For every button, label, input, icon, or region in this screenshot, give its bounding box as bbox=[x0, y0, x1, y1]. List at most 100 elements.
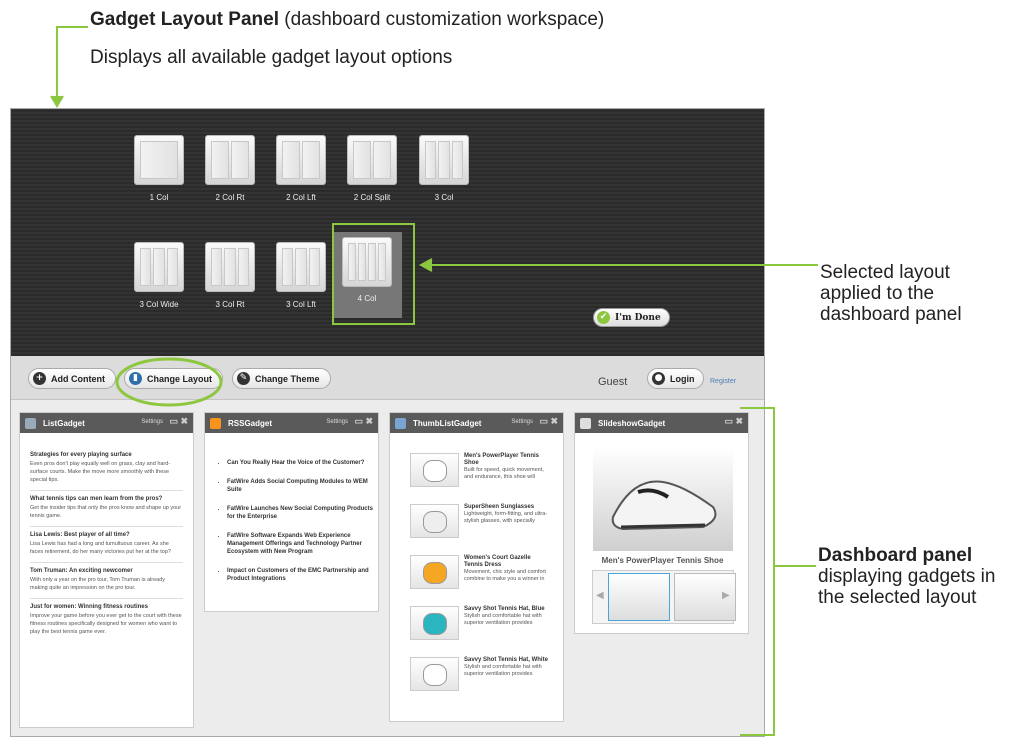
rss-gadget: RSSGadget Settings ▭ ✖ Can You Really He… bbox=[204, 412, 379, 612]
list-item[interactable]: Strategies for every playing surface Even… bbox=[30, 447, 183, 491]
list-item-title[interactable]: Just for women: Winning fitness routines bbox=[30, 604, 183, 610]
login-button[interactable]: ● Login bbox=[647, 368, 704, 389]
layout-option[interactable]: 4 Col bbox=[332, 232, 402, 318]
prev-arrow-icon[interactable]: ◀ bbox=[596, 590, 604, 601]
minimize-close-icon[interactable]: ▭ ✖ bbox=[539, 416, 558, 427]
change-layout-button[interactable]: ▮ Change Layout bbox=[124, 368, 224, 389]
rss-icon bbox=[210, 417, 221, 429]
thumblist-item-text: Built for speed, quick movement, and end… bbox=[464, 467, 544, 480]
guest-label: Guest bbox=[598, 376, 628, 388]
product-thumbnail bbox=[410, 555, 459, 589]
dashboard-callout-rest: displaying gadgets in the selected layou… bbox=[818, 566, 996, 608]
thumbs-icon bbox=[395, 417, 406, 429]
list-gadget: ListGadget Settings ▭ ✖ Strategies for e… bbox=[19, 412, 194, 728]
clipboard-icon bbox=[25, 417, 36, 429]
callout-title-rest: (dashboard customization workspace) bbox=[284, 9, 605, 30]
layout-thumbnail-icon bbox=[347, 135, 397, 185]
user-icon: ● bbox=[652, 372, 665, 385]
list-item-title[interactable]: Tom Truman: An exciting newcomer bbox=[30, 568, 183, 574]
layout-option[interactable]: 1 Col bbox=[124, 135, 194, 220]
thumblist-item[interactable]: Savvy Shot Tennis Hat, Blue Stylish and c… bbox=[410, 606, 550, 652]
minimize-close-icon[interactable]: ▭ ✖ bbox=[724, 416, 743, 427]
slideshow-main-image bbox=[593, 447, 733, 551]
check-icon: ✔ bbox=[597, 311, 610, 324]
layout-label: 1 Col bbox=[149, 193, 169, 202]
list-item-text: Get the insider tips that only the pros … bbox=[30, 505, 182, 519]
list-gadget-title: ListGadget bbox=[43, 418, 85, 428]
change-layout-label: Change Layout bbox=[147, 373, 213, 384]
thumblist-item-title[interactable]: Savvy Shot Tennis Hat, White bbox=[464, 657, 549, 664]
thumblist-item-text: Stylish and comfortable hat with superio… bbox=[464, 613, 542, 626]
thumblist-item-title[interactable]: Men's PowerPlayer Tennis Shoe bbox=[464, 453, 549, 467]
change-theme-label: Change Theme bbox=[255, 373, 320, 384]
thumblist-item-text: Lightweight, form-fitting, and ultra-sty… bbox=[464, 511, 548, 524]
list-gadget-settings[interactable]: Settings bbox=[141, 419, 163, 425]
list-item[interactable]: What tennis tips can men learn from the … bbox=[30, 491, 183, 527]
thumblist-item-title[interactable]: Savvy Shot Tennis Hat, Blue bbox=[464, 606, 549, 613]
add-content-button[interactable]: + Add Content bbox=[28, 368, 116, 389]
im-done-button[interactable]: ✔ I'm Done bbox=[593, 308, 670, 327]
rss-gadget-settings[interactable]: Settings bbox=[326, 419, 348, 425]
layout-label: 2 Col Lft bbox=[286, 193, 316, 202]
next-arrow-icon[interactable]: ▶ bbox=[722, 590, 730, 601]
list-item[interactable]: Lisa Lewis: Best player of all time? Lisa… bbox=[30, 527, 183, 563]
layout-label: 3 Col Rt bbox=[215, 300, 245, 309]
list-item-title[interactable]: What tennis tips can men learn from the … bbox=[30, 496, 183, 502]
rss-item[interactable]: Can You Really Hear the Voice of the Cus… bbox=[227, 459, 378, 467]
thumblist-item-text: Movement, chic style and comfort combine… bbox=[464, 569, 546, 582]
layout-option[interactable]: 3 Col bbox=[409, 135, 479, 220]
rss-item[interactable]: Impact on Customers of the EMC Partnersh… bbox=[227, 567, 378, 583]
rss-gadget-header: RSSGadget Settings ▭ ✖ bbox=[205, 413, 378, 433]
thumblist-item[interactable]: SuperSheen Sunglasses Lightweight, form-f… bbox=[410, 504, 550, 550]
add-content-label: Add Content bbox=[51, 373, 105, 384]
list-item-title[interactable]: Lisa Lewis: Best player of all time? bbox=[30, 532, 183, 538]
product-thumbnail bbox=[410, 657, 459, 691]
rss-item[interactable]: FatWire Launches New Social Computing Pr… bbox=[227, 505, 378, 521]
slideshow-caption: Men's PowerPlayer Tennis Shoe bbox=[601, 556, 724, 565]
layout-label: 3 Col Wide bbox=[139, 300, 179, 309]
list-gadget-header: ListGadget Settings ▭ ✖ bbox=[20, 413, 193, 433]
layout-label: 2 Col Split bbox=[353, 193, 391, 202]
layout-option[interactable]: 2 Col Split bbox=[337, 135, 407, 220]
change-theme-button[interactable]: ✎ Change Theme bbox=[232, 368, 331, 389]
minimize-close-icon[interactable]: ▭ ✖ bbox=[169, 416, 188, 427]
layout-icon: ▮ bbox=[129, 372, 142, 385]
thumblist-item-title[interactable]: Women's Court Gazelle Tennis Dress bbox=[464, 555, 549, 569]
rss-item[interactable]: FatWire Software Expands Web Experience … bbox=[227, 532, 378, 556]
selected-layout-callout: Selected layout applied to the dashboard… bbox=[820, 262, 962, 325]
thumblist-item[interactable]: Savvy Shot Tennis Hat, White Stylish and … bbox=[410, 657, 550, 703]
layout-thumbnail-icon bbox=[134, 135, 184, 185]
list-item-text: Improve your game before you ever get to… bbox=[30, 613, 182, 635]
product-thumbnail bbox=[410, 504, 459, 538]
callout-title-bold: Gadget Layout Panel bbox=[90, 9, 279, 30]
thumblist-item[interactable]: Women's Court Gazelle Tennis Dress Moveme… bbox=[410, 555, 550, 601]
thumblist-item-title[interactable]: SuperSheen Sunglasses bbox=[464, 504, 549, 511]
thumblist-item[interactable]: Men's PowerPlayer Tennis Shoe Built for s… bbox=[410, 453, 550, 499]
rss-item[interactable]: FatWire Adds Social Computing Modules to… bbox=[227, 478, 378, 494]
plus-icon: + bbox=[33, 372, 46, 385]
dashboard-callout-title: Dashboard panel bbox=[818, 545, 973, 566]
layout-option[interactable]: 2 Col Rt bbox=[195, 135, 265, 220]
slideshow-gadget-header: SlideshowGadget ▭ ✖ bbox=[575, 413, 748, 433]
layout-option[interactable]: 3 Col Rt bbox=[195, 242, 265, 327]
login-label: Login bbox=[670, 373, 695, 384]
layout-label: 3 Col Lft bbox=[286, 300, 316, 309]
register-link[interactable]: Register bbox=[710, 378, 736, 385]
minimize-close-icon[interactable]: ▭ ✖ bbox=[354, 416, 373, 427]
list-item[interactable]: Just for women: Winning fitness routines… bbox=[30, 599, 183, 642]
list-item-text: Lisa Lewis has had a long and tumultuous… bbox=[30, 541, 171, 555]
slideshow-thumb-1[interactable] bbox=[608, 573, 670, 621]
list-item[interactable]: Tom Truman: An exciting newcomer With onl… bbox=[30, 563, 183, 599]
layout-thumbnail-icon bbox=[419, 135, 469, 185]
brush-icon: ✎ bbox=[237, 372, 250, 385]
layout-option[interactable]: 2 Col Lft bbox=[266, 135, 336, 220]
list-item-title[interactable]: Strategies for every playing surface bbox=[30, 452, 183, 458]
layout-thumbnail-icon bbox=[276, 135, 326, 185]
layout-label: 2 Col Rt bbox=[215, 193, 245, 202]
layout-option[interactable]: 3 Col Wide bbox=[124, 242, 194, 327]
layout-option[interactable]: 3 Col Lft bbox=[266, 242, 336, 327]
thumblist-gadget-header: ThumbListGadget Settings ▭ ✖ bbox=[390, 413, 563, 433]
thumblist-gadget-settings[interactable]: Settings bbox=[511, 419, 533, 425]
rss-gadget-body: Can You Really Hear the Voice of the Cus… bbox=[205, 433, 378, 583]
thumblist-gadget: ThumbListGadget Settings ▭ ✖ Men's Power… bbox=[389, 412, 564, 722]
